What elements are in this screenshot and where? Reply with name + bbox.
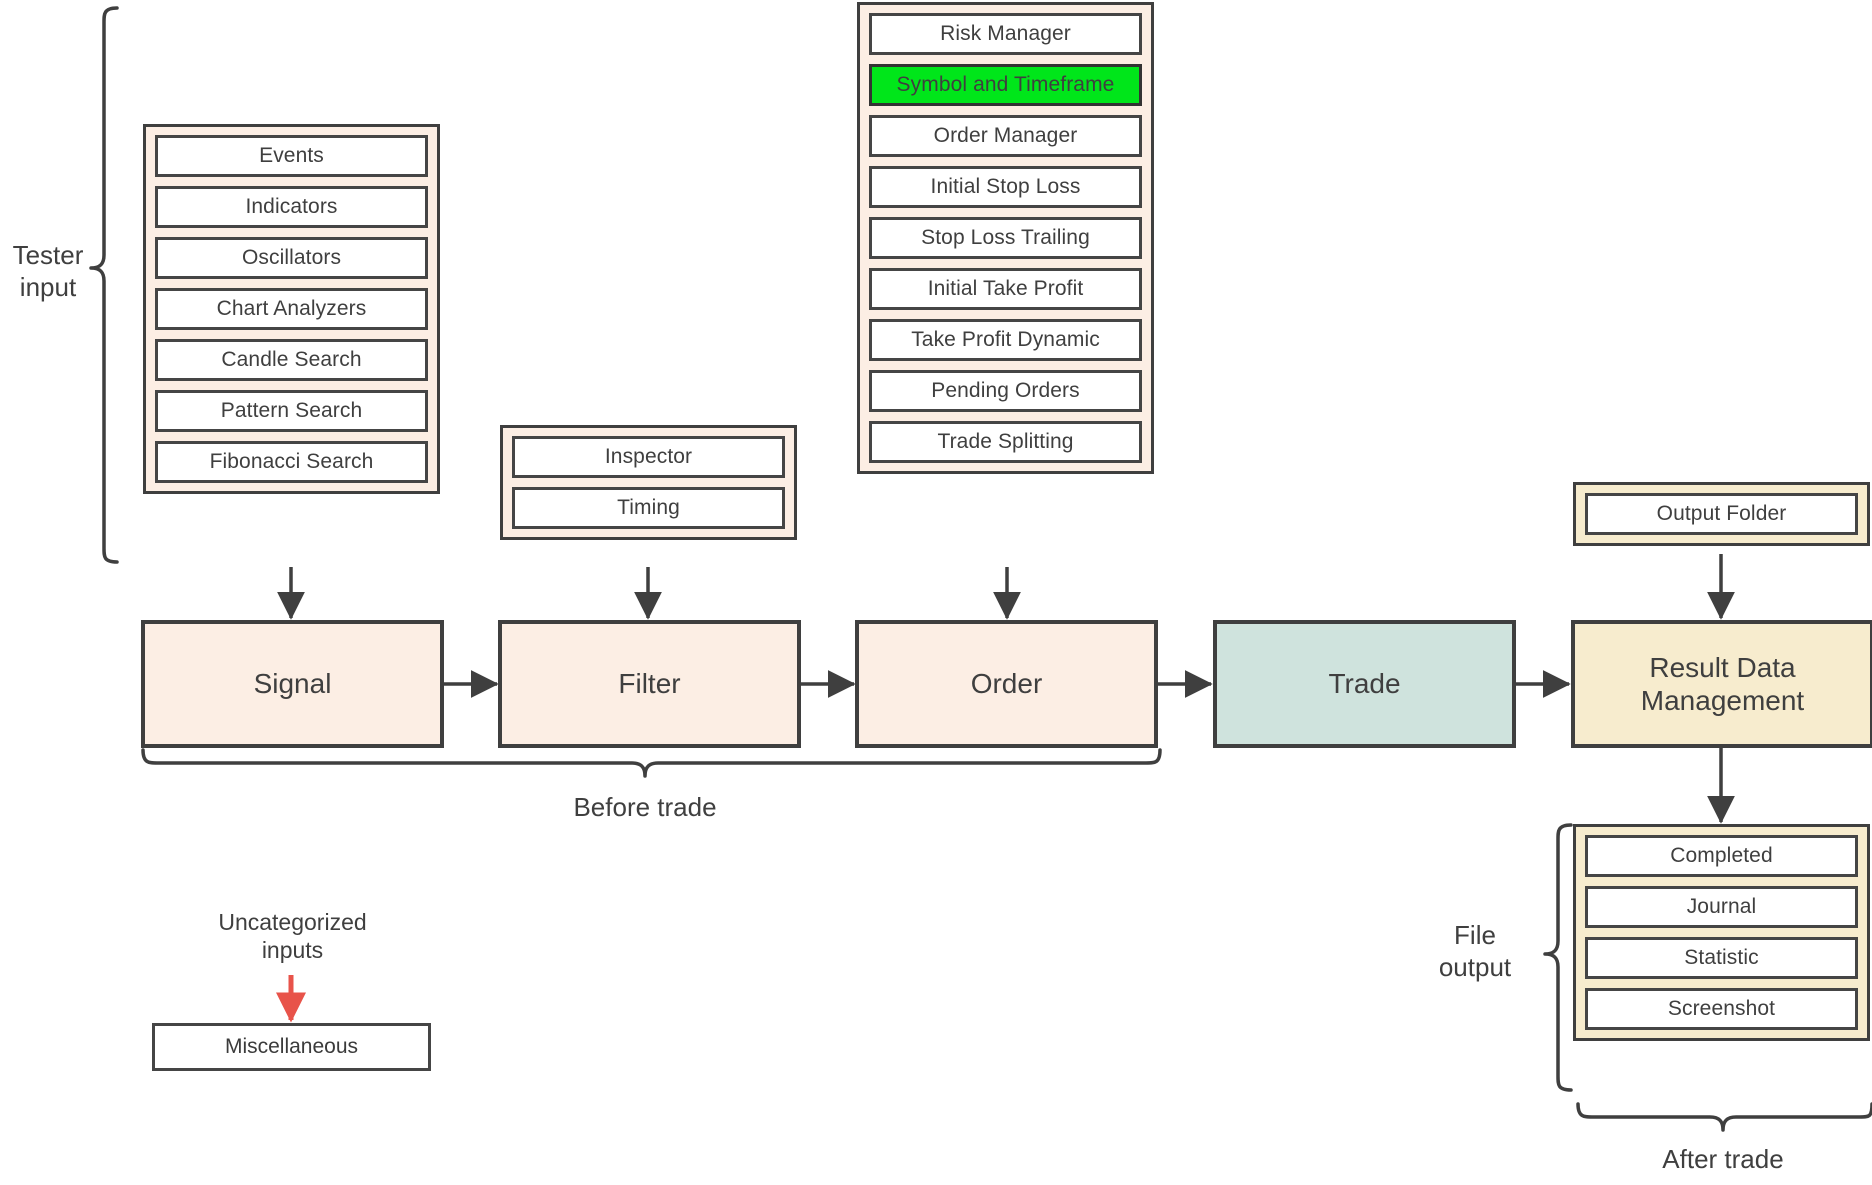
group-output-folder: Output Folder xyxy=(1573,482,1870,546)
bracket-label-file-output: File output xyxy=(1410,920,1540,983)
label-uncategorized-inputs: Uncategorized inputs xyxy=(160,908,425,964)
input-item-inspector[interactable]: Inspector xyxy=(512,436,785,478)
input-item-oscillators[interactable]: Oscillators xyxy=(155,237,428,279)
group-order-inputs: Risk Manager Symbol and Timeframe Order … xyxy=(857,2,1154,474)
bracket-label-tester-input: Tester input xyxy=(0,240,96,303)
group-filter-inputs: Inspector Timing xyxy=(500,425,797,540)
input-item-take-profit-dynamic[interactable]: Take Profit Dynamic xyxy=(869,319,1142,361)
file-output-line2: output xyxy=(1438,951,1512,982)
input-item-initial-take-profit[interactable]: Initial Take Profit xyxy=(869,268,1142,310)
file-output-line1: File xyxy=(1454,920,1496,950)
process-trade[interactable]: Trade xyxy=(1213,620,1516,748)
input-item-stop-loss-trailing[interactable]: Stop Loss Trailing xyxy=(869,217,1142,259)
output-item-completed[interactable]: Completed xyxy=(1585,835,1858,877)
process-result-data-management[interactable]: Result Data Management xyxy=(1571,620,1872,748)
group-signal-inputs: Events Indicators Oscillators Chart Anal… xyxy=(143,124,440,494)
tester-input-line1: Tester xyxy=(12,240,84,270)
input-item-order-manager[interactable]: Order Manager xyxy=(869,115,1142,157)
input-item-candle-search[interactable]: Candle Search xyxy=(155,339,428,381)
bracket-label-before-trade: Before trade xyxy=(573,792,717,822)
bracket-label-after-trade: After trade xyxy=(1662,1144,1784,1174)
process-order[interactable]: Order xyxy=(855,620,1158,748)
result-label-line1: Result Data xyxy=(1649,651,1796,683)
diagram-canvas: Events Indicators Oscillators Chart Anal… xyxy=(0,0,1872,1185)
tester-input-line2: input xyxy=(19,271,77,302)
input-item-pattern-search[interactable]: Pattern Search xyxy=(155,390,428,432)
box-miscellaneous[interactable]: Miscellaneous xyxy=(152,1023,431,1071)
input-item-trade-splitting[interactable]: Trade Splitting xyxy=(869,421,1142,463)
input-item-pending-orders[interactable]: Pending Orders xyxy=(869,370,1142,412)
input-item-fibonacci-search[interactable]: Fibonacci Search xyxy=(155,441,428,483)
output-item-journal[interactable]: Journal xyxy=(1585,886,1858,928)
input-item-chart-analyzers[interactable]: Chart Analyzers xyxy=(155,288,428,330)
input-item-indicators[interactable]: Indicators xyxy=(155,186,428,228)
output-item-screenshot[interactable]: Screenshot xyxy=(1585,988,1858,1030)
output-item-statistic[interactable]: Statistic xyxy=(1585,937,1858,979)
input-item-risk-manager[interactable]: Risk Manager xyxy=(869,13,1142,55)
uncategorized-line2: inputs xyxy=(261,937,324,964)
input-item-output-folder[interactable]: Output Folder xyxy=(1585,493,1858,535)
group-file-output: Completed Journal Statistic Screenshot xyxy=(1573,824,1870,1041)
result-label-line2: Management xyxy=(1640,685,1805,716)
input-item-timing[interactable]: Timing xyxy=(512,487,785,529)
process-signal[interactable]: Signal xyxy=(141,620,444,748)
input-item-events[interactable]: Events xyxy=(155,135,428,177)
input-item-initial-stop-loss[interactable]: Initial Stop Loss xyxy=(869,166,1142,208)
uncategorized-line1: Uncategorized xyxy=(218,909,367,935)
process-filter[interactable]: Filter xyxy=(498,620,801,748)
input-item-symbol-and-timeframe[interactable]: Symbol and Timeframe xyxy=(869,64,1142,106)
